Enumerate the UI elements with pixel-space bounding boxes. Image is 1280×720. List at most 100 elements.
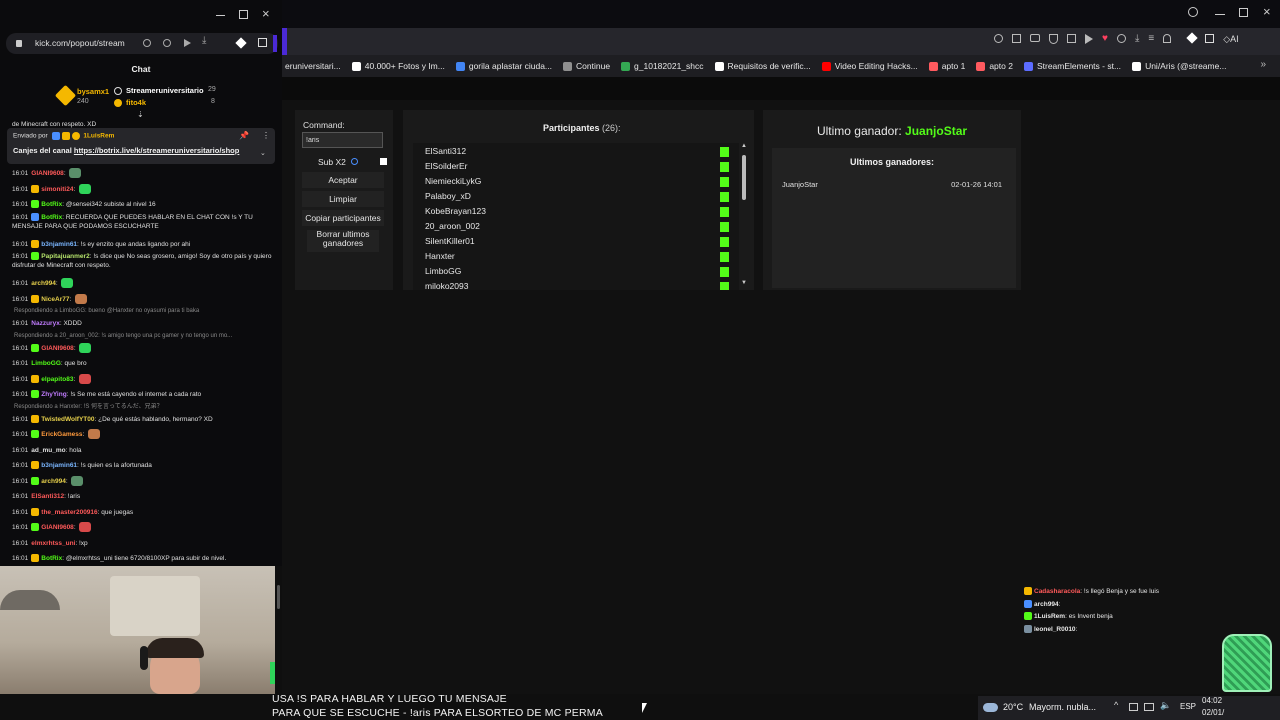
close-icon[interactable]: × [1263, 4, 1271, 19]
minimize-icon[interactable] [1215, 14, 1225, 15]
diamond-icon[interactable] [1186, 32, 1198, 44]
message-username[interactable]: BotRix [41, 214, 62, 221]
message-username[interactable]: Nazzuryx [31, 320, 60, 327]
profile-icon[interactable] [1163, 34, 1172, 43]
user-badge-icon [31, 414, 40, 423]
message-username[interactable]: b3njamin61 [41, 241, 77, 248]
download-icon[interactable]: ⤓ [1135, 34, 1139, 44]
pinned-expand-icon[interactable]: ⌄ [260, 149, 266, 157]
window-close-icon[interactable]: × [262, 6, 270, 21]
message-username[interactable]: b3njamin61 [41, 462, 77, 469]
popout-zoom-icon[interactable] [143, 39, 151, 47]
message-username[interactable]: TwistedWolfYT00 [41, 416, 94, 423]
message-username[interactable]: ErickGamess [41, 431, 82, 438]
message-separator: : [55, 280, 60, 287]
message-time: 16:01 [12, 431, 29, 438]
tray-chevron-icon[interactable]: ^ [1114, 700, 1118, 710]
weather-description[interactable]: Mayorm. nubla... [1029, 702, 1096, 712]
message-username[interactable]: ElSanti312 [31, 493, 64, 500]
command-input[interactable] [302, 132, 383, 148]
scroll-thumb[interactable] [742, 155, 746, 200]
message-username[interactable]: arch994 [31, 280, 56, 287]
tray-monitor-icon[interactable] [1144, 703, 1154, 711]
message-username[interactable]: ad_mu_mo [31, 447, 65, 454]
message-username[interactable]: the_master200916 [41, 509, 97, 516]
extension-icon[interactable] [1067, 34, 1076, 43]
message-username[interactable]: GIANI9608 [41, 524, 74, 531]
bookmark-item[interactable]: apto 1 [928, 61, 965, 71]
message-username[interactable]: elmxrhtss_uni [31, 540, 75, 547]
emote-icon [61, 278, 74, 289]
message-username[interactable]: arch994 [41, 478, 66, 485]
tray-time[interactable]: 04:02 [1202, 696, 1222, 705]
kick-logo-icon [720, 266, 729, 277]
more-options-icon[interactable]: ⋮ [262, 131, 270, 140]
chat-scrollbar[interactable] [277, 585, 280, 609]
bookmark-item[interactable]: Video Editing Hacks... [821, 61, 918, 71]
zoom-icon[interactable] [994, 34, 1003, 43]
leader-3-name: fito4k [126, 98, 147, 107]
bookmark-item[interactable]: gorila aplastar ciuda... [455, 61, 553, 71]
search-icon[interactable] [1188, 7, 1198, 17]
tray-date[interactable]: 02/01/ [1202, 708, 1224, 717]
mini-chat-text: : [1075, 625, 1078, 633]
chevron-down-icon[interactable]: ⇣ [137, 110, 144, 119]
scroll-down-icon[interactable]: ▼ [741, 280, 747, 286]
bookmark-item[interactable]: Uni/Aris (@streame... [1132, 61, 1226, 71]
history-icon[interactable] [1116, 34, 1126, 43]
message-username[interactable]: BotRix [41, 201, 62, 208]
bookmark-item[interactable]: g_10182021_shcc [621, 61, 704, 71]
message-username[interactable]: GIANI9608 [41, 345, 74, 352]
tray-language[interactable]: ESP [1180, 702, 1196, 711]
popout-download-icon[interactable]: ⤓ [202, 35, 206, 46]
bookmark-item[interactable]: StreamElements - st... [1023, 61, 1121, 71]
bookmark-item[interactable]: 40.000+ Fotos y Im... [351, 61, 445, 71]
participant-row: Hanxter [425, 249, 729, 264]
popout-play-icon[interactable] [184, 39, 191, 47]
camera-icon[interactable] [1030, 34, 1040, 42]
bookmark-item[interactable]: Continue [563, 61, 610, 71]
bookmark-label: gorila aplastar ciuda... [468, 61, 553, 71]
window-minimize-icon[interactable] [216, 15, 225, 16]
copy-participants-button[interactable]: Copiar participantes [302, 210, 384, 226]
bookmark-item[interactable]: Requisitos de verific... [714, 61, 811, 71]
maximize-icon[interactable] [1239, 8, 1248, 17]
clear-button[interactable]: Limpiar [302, 191, 384, 207]
pinned-text-label: Canjes del canal [13, 146, 72, 155]
message-username[interactable]: elpapito83 [41, 376, 73, 383]
cube-icon[interactable] [1205, 34, 1215, 43]
shield-icon[interactable] [1049, 34, 1058, 44]
chevron-right-icon[interactable]: » [1260, 59, 1266, 70]
participants-scrollbar[interactable]: ▲ ▼ [741, 143, 748, 290]
message-username[interactable]: BotRix [41, 555, 62, 562]
volume-icon[interactable]: 🔈 [1160, 700, 1171, 711]
bookmark-item[interactable]: eruniversitari... [285, 61, 341, 71]
clear-winners-button[interactable]: Borrar ultimos ganadores [307, 230, 379, 252]
share-icon[interactable] [1012, 34, 1021, 43]
message-username[interactable]: Papitajuanmer2 [41, 253, 89, 260]
popout-shield-icon[interactable] [163, 39, 171, 47]
message-username[interactable]: GIANI9608 [31, 170, 64, 177]
message-username[interactable]: LimboGG [31, 360, 61, 367]
ai-icon[interactable]: ◇AI [1223, 34, 1238, 44]
user-badge-icon [31, 200, 40, 209]
weather-temp[interactable]: 20°C [1003, 702, 1023, 712]
popout-url[interactable]: kick.com/popout/stream [35, 38, 125, 48]
menu-icon[interactable]: ≡ [1148, 34, 1154, 44]
heart-icon[interactable]: ♥ [1102, 34, 1108, 44]
window-maximize-icon[interactable] [239, 10, 248, 19]
sub-x2-checkbox[interactable] [380, 158, 387, 165]
play-icon[interactable] [1085, 34, 1093, 44]
message-username[interactable]: NiceAr77 [41, 296, 69, 303]
bookmark-item[interactable]: apto 2 [976, 61, 1013, 71]
pinned-link[interactable]: https://botrix.live/k/streameruniversita… [74, 146, 239, 155]
message-username[interactable]: ZhyYing [41, 391, 66, 398]
message-username[interactable]: simoniti24 [41, 186, 73, 193]
pin-icon[interactable]: 📌 [239, 131, 249, 140]
scroll-up-icon[interactable]: ▲ [741, 143, 747, 149]
popout-cube-icon[interactable] [258, 38, 267, 47]
accept-button[interactable]: Aceptar [302, 172, 384, 188]
tray-app-icon[interactable] [1129, 703, 1138, 711]
chat-messages: 16:01 GIANI9608: 16:01 simoniti24: 16:01 Bo… [12, 166, 274, 564]
message-separator: : [63, 170, 68, 177]
